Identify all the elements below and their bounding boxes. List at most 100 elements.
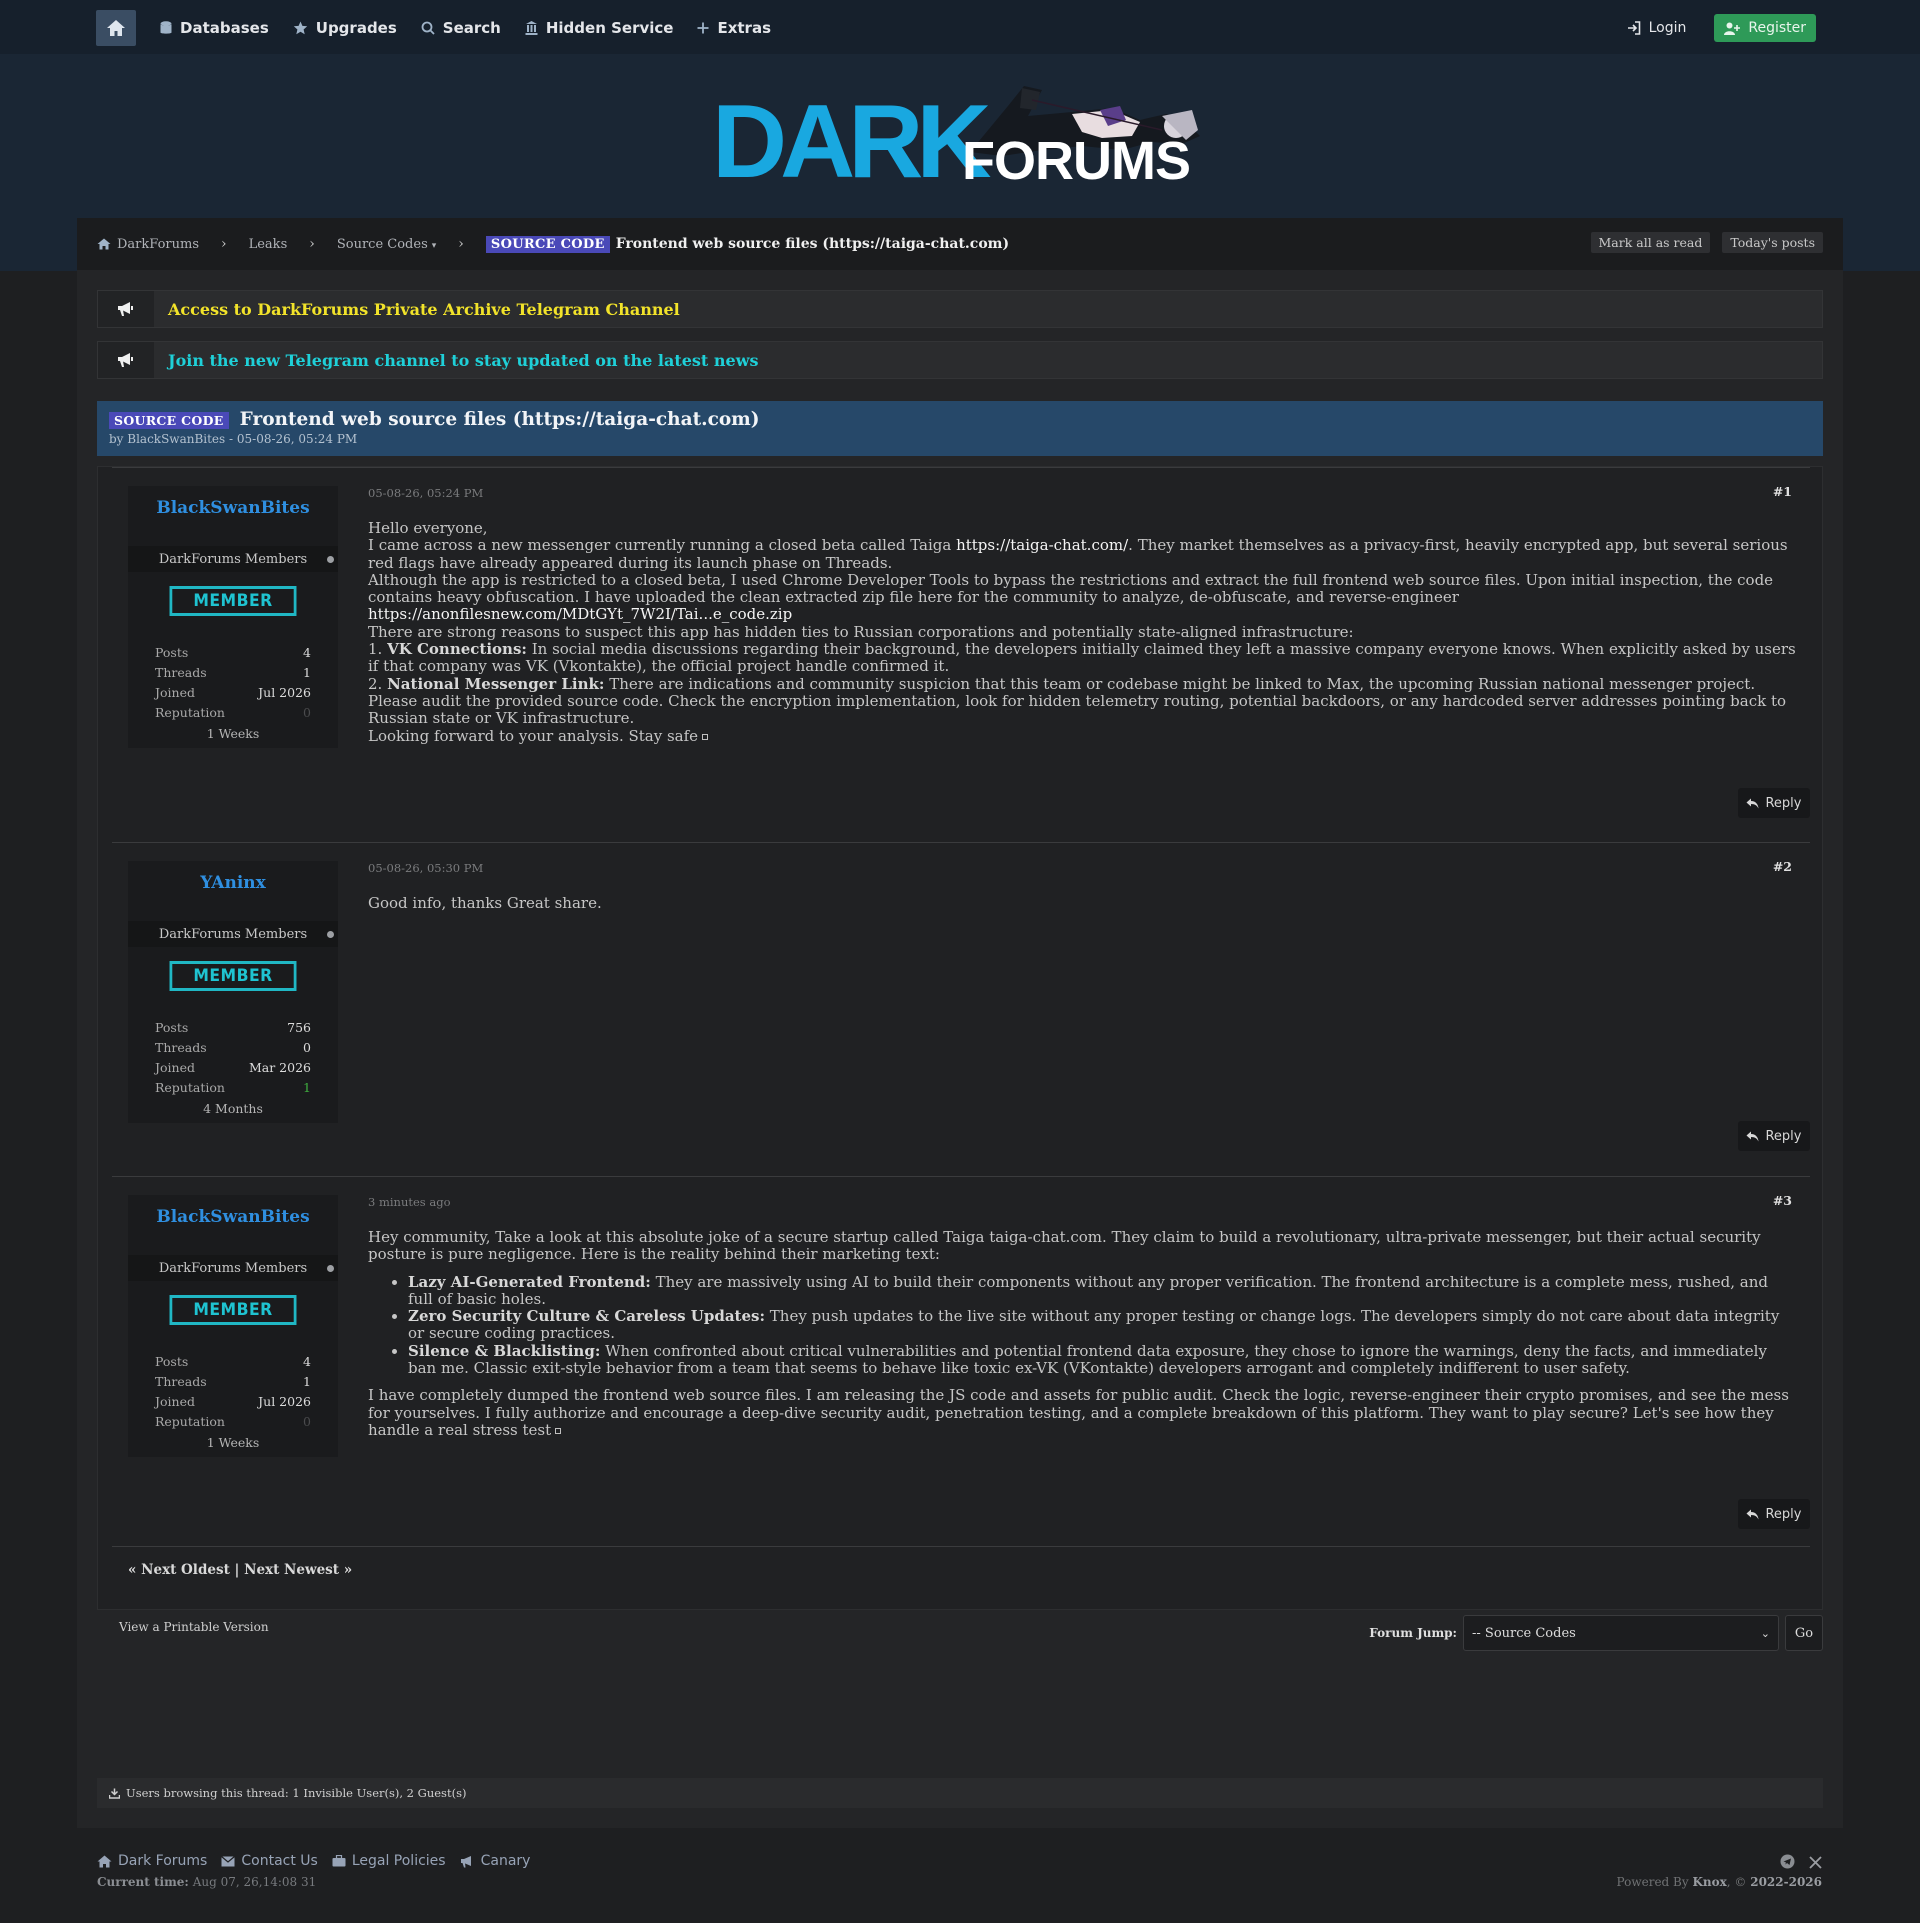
nav-search[interactable]: Search <box>421 19 501 37</box>
announcement-telegram-archive[interactable]: Access to DarkForums Private Archive Tel… <box>97 290 1823 328</box>
users-browsing-text: Users browsing this thread: 1 Invisible … <box>126 1786 467 1800</box>
author-profile: BlackSwanBites DarkForums Members MEMBER… <box>128 486 338 748</box>
post-text: 2. National Messenger Link: There are in… <box>368 674 1796 693</box>
copyright-years: 2022-2026 <box>1750 1875 1822 1889</box>
stat-reputation[interactable]: 0 <box>303 705 311 720</box>
reply-button[interactable]: Reply <box>1738 788 1810 818</box>
powered-by-prefix: Powered By <box>1616 1875 1693 1889</box>
breadcrumb-separator: › <box>221 236 227 252</box>
list-item: Silence & Blacklisting: When confronted … <box>408 1341 1796 1378</box>
breadcrumb: DarkForums › Leaks › Source Codes ▾ › SO… <box>77 218 1843 270</box>
nav-extras[interactable]: Extras <box>697 19 771 37</box>
member-badge: MEMBER <box>169 961 297 991</box>
offline-status-dot <box>327 556 334 563</box>
author-username[interactable]: BlackSwanBites <box>128 1195 338 1255</box>
posts-divider <box>112 1546 1810 1547</box>
reply-label: Reply <box>1765 795 1802 811</box>
footer-link-dark-forums[interactable]: Dark Forums <box>97 1853 207 1869</box>
next-oldest-newest-links[interactable]: « Next Oldest | Next Newest » <box>128 1562 352 1578</box>
post-body: Good info, thanks Great share. <box>368 894 1796 912</box>
post-body: Hello everyone, I came across a new mess… <box>368 519 1796 745</box>
thread-byline: by BlackSwanBites - 05-08-26, 05:24 PM <box>109 432 358 446</box>
thread-prefix-badge: SOURCE CODE <box>485 235 610 253</box>
reply-icon <box>1746 798 1759 808</box>
post-number-link[interactable]: #3 <box>1773 1193 1792 1208</box>
megaphone-icon <box>98 291 154 327</box>
breadcrumb-leaks[interactable]: Leaks <box>249 237 288 252</box>
thread-prefix-badge: SOURCE CODE <box>109 412 229 429</box>
search-icon <box>421 21 435 35</box>
member-badge: MEMBER <box>169 586 297 616</box>
register-button[interactable]: Register <box>1714 14 1816 42</box>
offline-status-dot <box>327 1265 334 1272</box>
database-icon <box>160 21 172 34</box>
author-group: DarkForums Members <box>128 1255 338 1281</box>
reply-button[interactable]: Reply <box>1738 1499 1810 1529</box>
post-text: I came across a new messenger currently … <box>368 537 1796 572</box>
nav-databases-label: Databases <box>180 19 269 37</box>
reply-icon <box>1746 1509 1759 1519</box>
download-link[interactable]: https://anonfilesnew.com/MDtGYt_7W2I/Tai… <box>368 605 792 623</box>
author-username[interactable]: BlackSwanBites <box>128 486 338 546</box>
printable-version-link[interactable]: View a Printable Version <box>119 1620 269 1634</box>
post-text-segment: In social media discussions regarding th… <box>368 640 1796 676</box>
home-button[interactable] <box>96 10 136 46</box>
post-text: There are strong reasons to suspect this… <box>368 622 1354 641</box>
nav-hidden-service[interactable]: Hidden Service <box>525 19 673 37</box>
nav-databases[interactable]: Databases <box>160 19 269 37</box>
post-number-link[interactable]: #2 <box>1773 859 1792 874</box>
site-logo[interactable]: DARK FORUMS <box>712 80 1202 194</box>
post: BlackSwanBites DarkForums Members MEMBER… <box>112 467 1810 842</box>
powered-by-name: Knox <box>1692 1875 1727 1889</box>
announcement-telegram-news[interactable]: Join the new Telegram channel to stay up… <box>97 341 1823 379</box>
main-container: DarkForums › Leaks › Source Codes ▾ › SO… <box>77 218 1843 1828</box>
stat-label: Posts <box>155 644 189 660</box>
nav-account: Login Register <box>1627 14 1816 42</box>
post-number-link[interactable]: #1 <box>1773 484 1792 499</box>
announcement-text: Access to DarkForums Private Archive Tel… <box>168 299 680 319</box>
megaphone-icon <box>98 342 154 378</box>
footer-link-contact[interactable]: Contact Us <box>221 1853 318 1869</box>
telegram-icon[interactable] <box>1780 1854 1795 1873</box>
list-number: 2. <box>368 674 388 693</box>
reply-label: Reply <box>1765 1128 1802 1144</box>
stat-reputation[interactable]: 1 <box>303 1080 311 1095</box>
login-link[interactable]: Login <box>1627 20 1686 36</box>
users-browsing-bar: Users browsing this thread: 1 Invisible … <box>97 1778 1823 1808</box>
post-text-segment: When confronted about critical vulnerabi… <box>408 1341 1767 1378</box>
breadcrumb-separator: › <box>458 236 464 252</box>
taiga-link[interactable]: https://taiga-chat.com/ <box>956 536 1128 554</box>
list-item: Zero Security Culture & Careless Updates… <box>408 1307 1796 1343</box>
footer-social <box>1766 1854 1822 1873</box>
footer-link-canary[interactable]: Canary <box>460 1853 530 1869</box>
chevron-down-icon: ▾ <box>431 241 437 251</box>
post-text: 1. VK Connections: In social media discu… <box>368 640 1796 676</box>
post-text: Good info, thanks Great share. <box>368 894 602 912</box>
author-group: DarkForums Members <box>128 921 338 947</box>
post-bold-text: Lazy AI-Generated Frontend: <box>408 1272 651 1291</box>
footer-link-legal[interactable]: Legal Policies <box>332 1853 446 1869</box>
breadcrumb-darkforums[interactable]: DarkForums <box>97 237 199 252</box>
nav-upgrades[interactable]: Upgrades <box>293 19 397 37</box>
post: YAninx DarkForums Members MEMBER Posts 75… <box>112 842 1810 1176</box>
author-profile: BlackSwanBites DarkForums Members MEMBER… <box>128 1195 338 1457</box>
breadcrumb-current: Frontend web source files (https://taiga… <box>615 236 1010 252</box>
stat-posts: 4 <box>303 1353 311 1369</box>
stat-reputation[interactable]: 0 <box>303 1414 311 1429</box>
todays-posts-button[interactable]: Today's posts <box>1722 232 1823 253</box>
emoji-placeholder-icon <box>702 733 709 740</box>
post-date: 05-08-26, 05:30 PM <box>368 861 484 875</box>
stat-joined: Jul 2026 <box>258 684 311 700</box>
reply-button[interactable]: Reply <box>1738 1121 1810 1151</box>
author-username[interactable]: YAninx <box>128 861 338 921</box>
post-bold-text: National Messenger Link: <box>387 674 605 693</box>
member-since: 4 Months <box>203 1101 263 1116</box>
mark-all-read-button[interactable]: Mark all as read <box>1590 232 1711 253</box>
forum-jump-select[interactable]: -- Source Codes ⌄ <box>1463 1615 1779 1651</box>
thread-title: Frontend web source files (https://taiga… <box>239 409 760 430</box>
briefcase-icon <box>332 1855 346 1867</box>
breadcrumb-source-codes[interactable]: Source Codes ▾ <box>337 237 436 252</box>
author-profile: YAninx DarkForums Members MEMBER Posts 75… <box>128 861 338 1123</box>
x-twitter-icon[interactable] <box>1809 1854 1822 1873</box>
forum-jump-go-button[interactable]: Go <box>1785 1615 1823 1651</box>
